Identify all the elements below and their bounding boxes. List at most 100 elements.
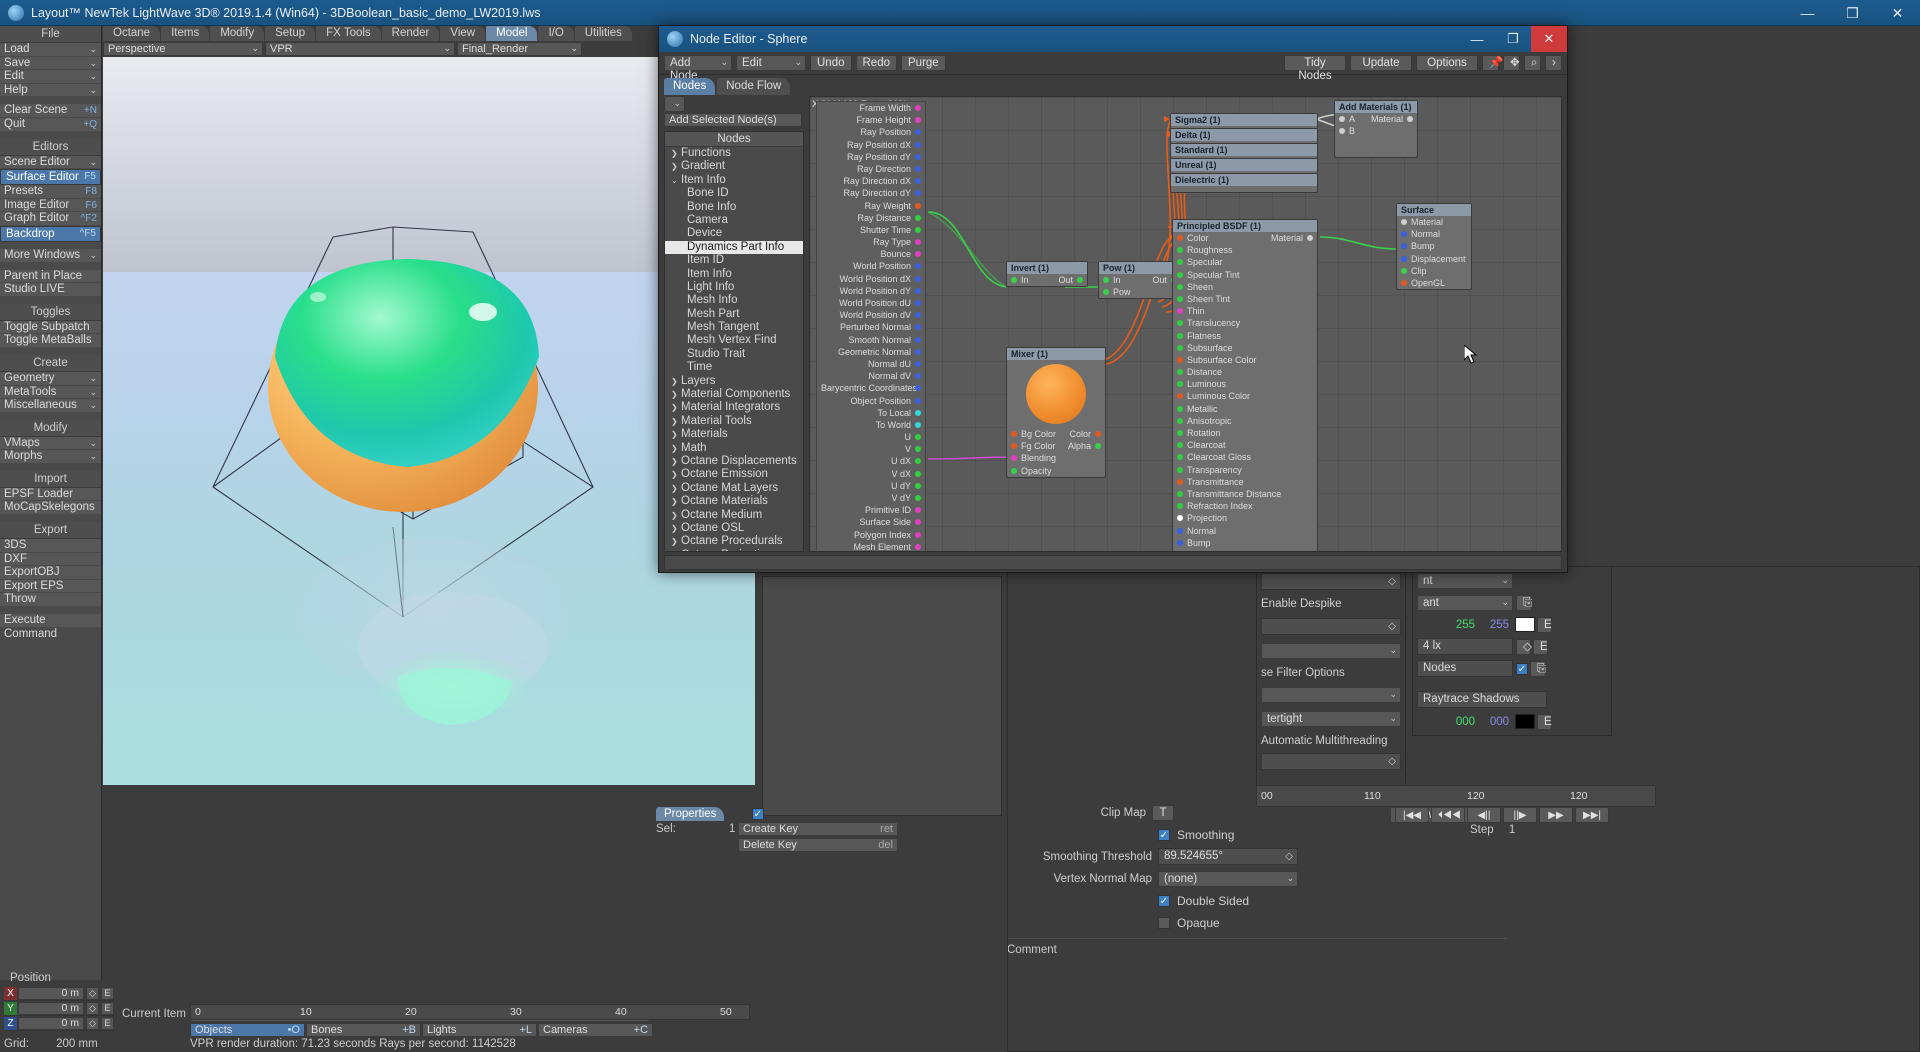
- input-output-bounce[interactable]: Bounce: [817, 248, 925, 260]
- input-output-ray-position[interactable]: Ray Position: [817, 126, 925, 138]
- tab-fx-tools[interactable]: FX Tools: [316, 26, 381, 41]
- node-tree-item-octane-medium[interactable]: ❯ Octane Medium: [665, 509, 803, 522]
- filter-select[interactable]: ⌄: [1261, 687, 1401, 703]
- stepper-arrows-icon[interactable]: ◇: [86, 1016, 99, 1030]
- tab-items[interactable]: Items: [161, 26, 210, 41]
- light-nodes-row[interactable]: Nodes ✓ ⎘: [1417, 659, 1607, 678]
- tab-setup[interactable]: Setup: [265, 26, 316, 41]
- node-tree-item-bone-info[interactable]: Bone Info: [665, 201, 803, 214]
- position-row-z[interactable]: Z0 m ◇ E: [4, 1016, 114, 1031]
- tab-utilities[interactable]: Utilities: [574, 26, 632, 41]
- delete-key-button[interactable]: Delete Key del: [738, 838, 898, 852]
- input-output-ray-direction[interactable]: Ray Direction: [817, 163, 925, 175]
- menu-item-metatools[interactable]: MetaTools ⌄: [0, 385, 101, 400]
- node-invert[interactable]: Invert (1) In Out: [1006, 261, 1088, 288]
- window-controls[interactable]: — ❐ ✕: [1785, 0, 1920, 26]
- menu-item-throw[interactable]: Throw: [0, 593, 101, 608]
- light-properties-panel[interactable]: nt ⌄ ant ⌄ ⎘ 255 255 E 4 lx ◇ E Nodes ✓: [1412, 566, 1612, 736]
- node-tree-item-item-id[interactable]: Item ID: [665, 254, 803, 267]
- menu-item-image-editor[interactable]: Image Editor F6: [0, 198, 101, 213]
- stepper-arrows-icon[interactable]: ◇: [1516, 638, 1532, 655]
- bsdf-input-transmittance-distance[interactable]: Transmittance Distance: [1173, 488, 1317, 500]
- bsdf-input-specular-tint[interactable]: Specular Tint: [1173, 269, 1317, 281]
- bsdf-input-specular[interactable]: Specular: [1173, 256, 1317, 268]
- position-value-y[interactable]: 0 m: [18, 1001, 84, 1015]
- node-mixer-bgcolor[interactable]: Bg Color: [1007, 428, 1061, 440]
- sampling-select[interactable]: ⌄: [1261, 643, 1401, 659]
- envelope-button[interactable]: E: [101, 986, 114, 1000]
- light-intensity-e-button[interactable]: E: [1533, 638, 1548, 655]
- double-sided-row[interactable]: ✓ Double Sided: [1007, 891, 1507, 910]
- despike-value-field[interactable]: ◇: [1261, 573, 1401, 590]
- opaque-checkbox[interactable]: [1158, 916, 1170, 929]
- bsdf-input-roughness[interactable]: Roughness: [1173, 244, 1317, 256]
- clip-map-t-button[interactable]: T: [1152, 804, 1174, 821]
- node-tree-item-mesh-part[interactable]: Mesh Part: [665, 308, 803, 321]
- surface-input-opengl[interactable]: OpenGL: [1397, 277, 1471, 289]
- bsdf-input-color[interactable]: Color: [1173, 232, 1317, 244]
- mode-button-objects[interactable]: Objects •O: [190, 1023, 305, 1037]
- menu-item-backdrop[interactable]: Backdrop ^F5: [0, 225, 101, 242]
- chevron-right-icon[interactable]: ❯: [671, 535, 681, 548]
- menu-item-studio-live[interactable]: Studio LIVE: [0, 283, 101, 297]
- update-button[interactable]: Update: [1350, 55, 1412, 71]
- input-output-normal-dv[interactable]: Normal dV: [817, 370, 925, 382]
- node-add-materials-out[interactable]: Material: [1361, 113, 1417, 125]
- node-tree-item-material-components[interactable]: ❯ Material Components: [665, 388, 803, 401]
- node-mixer-fgcolor[interactable]: Fg Color: [1007, 440, 1061, 452]
- menu-item-epsf-loader[interactable]: EPSF Loader: [0, 487, 101, 502]
- input-output-primitive-id[interactable]: Primitive ID: [817, 504, 925, 516]
- bsdf-input-subsurface-color[interactable]: Subsurface Color: [1173, 354, 1317, 366]
- properties-tab[interactable]: Properties ✓: [656, 806, 766, 822]
- chevron-right-icon[interactable]: ❯: [671, 147, 681, 160]
- input-output-ray-position-dx[interactable]: Ray Position dX: [817, 139, 925, 151]
- tab-i-o[interactable]: I/O: [538, 26, 574, 41]
- menu-item-load[interactable]: Load ⌄: [0, 43, 101, 57]
- double-sided-checkbox[interactable]: ✓: [1158, 894, 1170, 907]
- input-output-ray-distance[interactable]: Ray Distance: [817, 212, 925, 224]
- bsdf-input-flatness[interactable]: Flatness: [1173, 330, 1317, 342]
- expand-icon[interactable]: ›: [1545, 55, 1562, 71]
- input-output-world-position-dv[interactable]: World Position dV: [817, 309, 925, 321]
- input-output-u-dy[interactable]: U dY: [817, 480, 925, 492]
- add-node-select[interactable]: Add Node ⌄: [664, 55, 732, 82]
- surface-input-displacement[interactable]: Displacement: [1397, 253, 1471, 265]
- node-tree-items[interactable]: ❯ Functions ❯ Gradient ⌄ Item Info Bone ID Bone…: [665, 147, 803, 552]
- node-tree-item-octane-displacements[interactable]: ❯ Octane Displacements: [665, 455, 803, 468]
- chevron-right-icon[interactable]: ❯: [671, 549, 681, 552]
- node-tree-item-functions[interactable]: ❯ Functions: [665, 147, 803, 160]
- light-constant-row[interactable]: ant ⌄ ⎘: [1417, 593, 1607, 612]
- threads-field[interactable]: ◇: [1261, 753, 1401, 770]
- shadow-color-row[interactable]: 000 000 E: [1417, 712, 1607, 731]
- copy-icon[interactable]: ⎘: [1530, 660, 1546, 677]
- input-output-world-position-du[interactable]: World Position dU: [817, 297, 925, 309]
- menu-item-toggle-metaballs[interactable]: Toggle MetaBalls: [0, 334, 101, 348]
- tidy-nodes-button[interactable]: Tidy Nodes: [1284, 55, 1346, 82]
- menu-item-miscellaneous[interactable]: Miscellaneous ⌄: [0, 399, 101, 413]
- edit-mode-buttons[interactable]: Objects •O Bones +B Lights +L Cameras +C: [190, 1023, 654, 1037]
- input-output-frame-height[interactable]: Frame Height: [817, 114, 925, 126]
- node-tree-item-octane-procedurals[interactable]: ❯ Octane Procedurals: [665, 535, 803, 548]
- menu-item-surface-editor[interactable]: Surface Editor F5: [0, 169, 101, 186]
- node-invert-out[interactable]: Out: [1048, 274, 1087, 286]
- node-tree-item-gradient[interactable]: ❯ Gradient: [665, 160, 803, 173]
- node-editor-window-controls[interactable]: — ❐ ✕: [1459, 26, 1567, 52]
- position-value-x[interactable]: 0 m: [18, 986, 84, 1000]
- smoothing-checkbox[interactable]: ✓: [1158, 828, 1170, 841]
- menu-item-exportobj[interactable]: ExportOBJ: [0, 566, 101, 580]
- light-nodes-checkbox[interactable]: ✓: [1516, 662, 1528, 675]
- node-tree-item-bone-id[interactable]: Bone ID: [665, 187, 803, 200]
- left-command-panel[interactable]: File Load ⌄ Save ⌄ Edit ⌄ Help ⌄ Clear Scene +N Qui…: [0, 26, 102, 1052]
- input-output-u[interactable]: U: [817, 431, 925, 443]
- node-tree-item-mesh-vertex-find[interactable]: Mesh Vertex Find: [665, 334, 803, 347]
- input-output-v[interactable]: V: [817, 443, 925, 455]
- bsdf-input-sheen-tint[interactable]: Sheen Tint: [1173, 293, 1317, 305]
- input-output-surface-side[interactable]: Surface Side: [817, 516, 925, 528]
- bsdf-input-sheen[interactable]: Sheen: [1173, 281, 1317, 293]
- menu-item-save[interactable]: Save ⌄: [0, 56, 101, 71]
- close-button[interactable]: ✕: [1875, 0, 1920, 26]
- node-pow-in[interactable]: In: [1099, 274, 1141, 286]
- input-output-ray-direction-dx[interactable]: Ray Direction dX: [817, 175, 925, 187]
- bsdf-input-bump[interactable]: Bump: [1173, 537, 1317, 549]
- light-intensity-row[interactable]: 4 lx ◇ E: [1417, 637, 1607, 656]
